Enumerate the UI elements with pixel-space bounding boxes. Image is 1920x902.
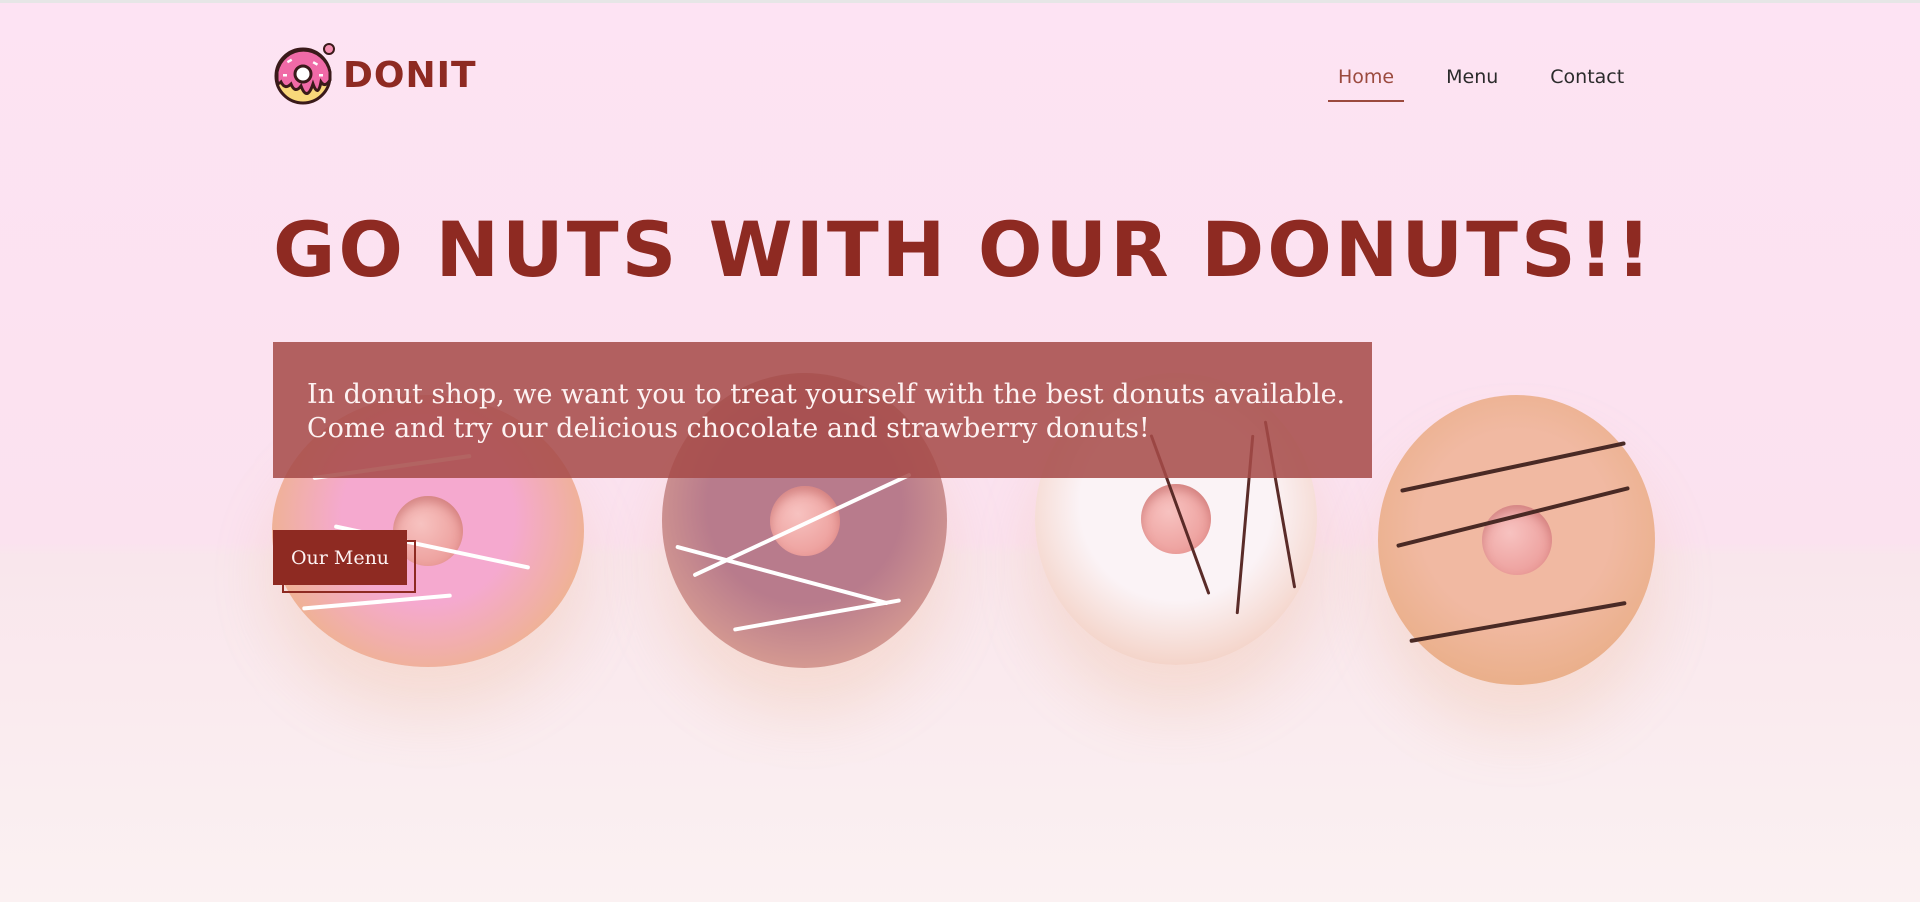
site-header: DONIT Home Menu Contact bbox=[0, 0, 1920, 110]
donut-icon bbox=[274, 43, 335, 105]
our-menu-button[interactable]: Our Menu bbox=[273, 530, 407, 585]
caramel-donut-image bbox=[1378, 395, 1655, 685]
intro-line-2: Come and try our delicious chocolate and… bbox=[307, 413, 1150, 444]
brand-logo[interactable]: DONIT bbox=[273, 42, 477, 108]
cta-container: Our Menu bbox=[273, 530, 418, 595]
nav-item-contact[interactable]: Contact bbox=[1540, 62, 1634, 102]
intro-line-1: In donut shop, we want you to treat your… bbox=[307, 379, 1346, 410]
nav-item-home[interactable]: Home bbox=[1328, 62, 1405, 102]
intro-box: In donut shop, we want you to treat your… bbox=[273, 342, 1372, 478]
brand-name: DONIT bbox=[343, 54, 477, 96]
intro-text: In donut shop, we want you to treat your… bbox=[307, 378, 1357, 446]
main-nav: Home Menu Contact bbox=[1328, 62, 1666, 102]
hero-headline: GO NUTS WITH OUR DONUTS!! bbox=[273, 205, 1655, 294]
nav-item-menu[interactable]: Menu bbox=[1436, 62, 1508, 102]
